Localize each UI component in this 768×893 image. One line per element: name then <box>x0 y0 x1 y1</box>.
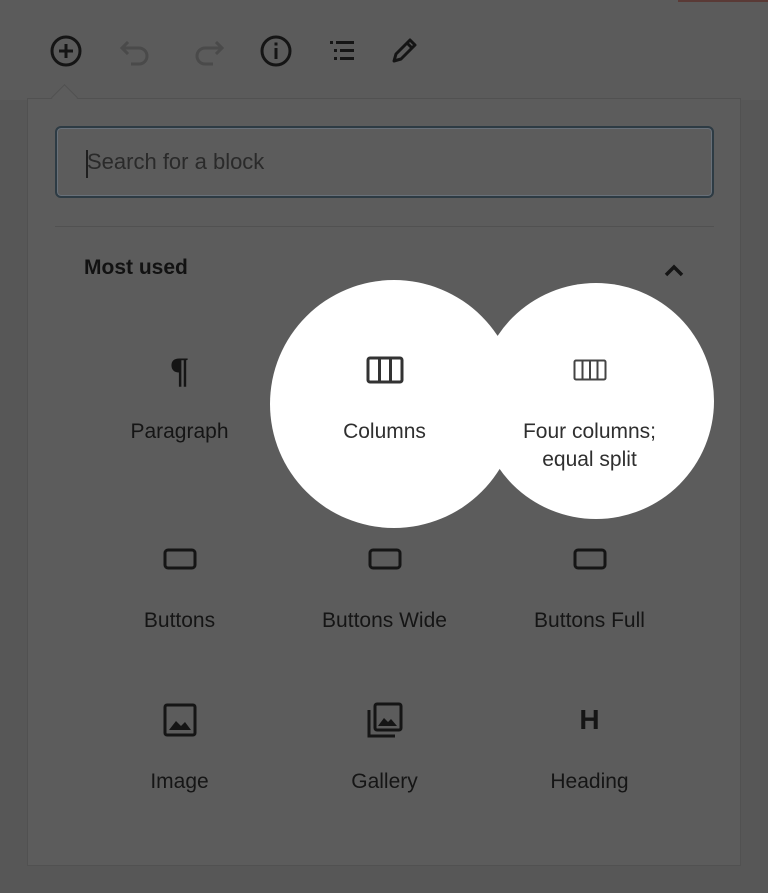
info-button[interactable] <box>256 31 296 71</box>
add-block-button[interactable] <box>46 31 86 71</box>
undo-button[interactable] <box>116 31 156 71</box>
editor-toolbar <box>0 0 768 100</box>
block-item-heading[interactable]: H Heading <box>487 698 692 848</box>
four-columns-icon <box>573 359 606 381</box>
block-search-input[interactable] <box>57 128 712 196</box>
chevron-up-icon <box>664 264 684 277</box>
undo-icon <box>119 40 149 66</box>
block-label: Buttons <box>143 609 216 632</box>
heading-icon: H <box>579 704 600 735</box>
block-label: Columns <box>343 420 426 443</box>
edit-icon <box>392 38 417 63</box>
block-label: Image <box>150 770 209 793</box>
block-label-line: equal split <box>542 448 637 471</box>
block-item-four-columns[interactable]: Four columns; equal split <box>487 348 692 474</box>
block-label-line: Four columns; <box>522 420 657 443</box>
button-icon <box>368 548 401 570</box>
button-icon <box>573 548 606 570</box>
redo-icon <box>195 40 225 66</box>
outline-button[interactable] <box>322 31 362 71</box>
section-divider <box>55 226 714 227</box>
block-item-buttons-full[interactable]: Buttons Full <box>487 537 692 687</box>
outline-icon <box>330 41 354 60</box>
add-block-icon <box>50 35 82 67</box>
redo-button[interactable] <box>188 31 228 71</box>
block-item-buttons[interactable]: Buttons <box>77 537 282 687</box>
block-item-image[interactable]: Image <box>77 698 282 848</box>
block-label: Heading <box>550 770 629 793</box>
paragraph-icon: ¶ <box>169 350 190 390</box>
button-icon <box>163 548 196 570</box>
image-icon <box>163 703 196 737</box>
section-title: Most used <box>84 256 188 279</box>
text-caret <box>86 150 88 178</box>
block-item-paragraph[interactable]: ¶ Paragraph <box>77 348 282 498</box>
info-icon <box>260 35 292 67</box>
block-item-gallery[interactable]: Gallery <box>282 698 487 848</box>
block-item-buttons-wide[interactable]: Buttons Wide <box>282 537 487 687</box>
block-label: Paragraph <box>130 420 229 443</box>
block-label: Buttons Wide <box>322 609 447 632</box>
columns-icon <box>366 356 403 384</box>
top-accent-bar <box>678 0 768 2</box>
edit-button[interactable] <box>384 31 424 71</box>
block-label: Gallery <box>351 770 418 793</box>
block-label: Buttons Full <box>534 609 645 632</box>
block-search-field[interactable] <box>55 126 714 198</box>
block-item-columns[interactable]: Columns <box>282 348 487 446</box>
gallery-icon <box>367 702 402 738</box>
block-label: Four columns; equal split <box>487 418 692 474</box>
collapse-section-button[interactable] <box>660 256 688 284</box>
